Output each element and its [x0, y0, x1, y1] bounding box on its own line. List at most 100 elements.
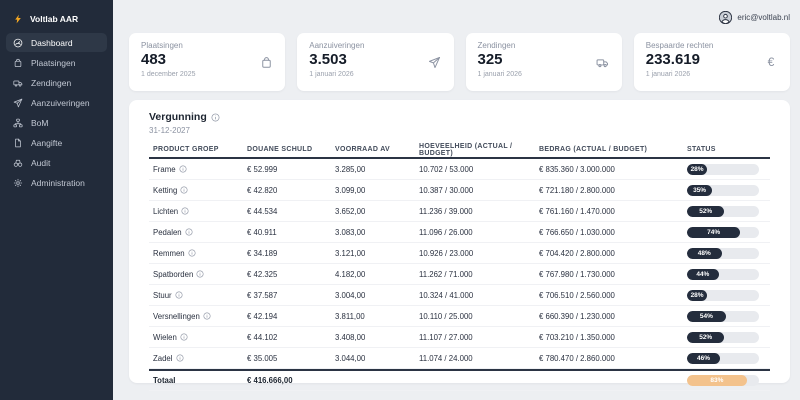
sidebar-item-label: Audit — [31, 158, 50, 168]
sidebar-item[interactable]: Zendingen — [6, 73, 107, 92]
douane-schuld-cell: € 44.534 — [247, 207, 335, 216]
sidebar-item[interactable]: Aangifte — [6, 133, 107, 152]
hoeveelheid-cell: 10.387 / 30.000 — [419, 186, 539, 195]
bedrag-cell: € 721.180 / 2.800.000 — [539, 186, 687, 195]
stat-card-label: Aanzuiveringen — [309, 41, 441, 50]
stat-card: Plaatsingen 483 1 december 2025 — [129, 33, 285, 91]
info-icon[interactable] — [211, 113, 220, 122]
file-icon — [13, 138, 23, 148]
info-icon[interactable] — [196, 270, 204, 278]
bedrag-cell: € 835.360 / 3.000.000 — [539, 165, 687, 174]
table-row: Remmen € 34.189 3.121,00 10.926 / 23.000… — [149, 243, 770, 264]
info-icon[interactable] — [180, 186, 188, 194]
sidebar-item-label: Administration — [31, 178, 85, 188]
sidebar-item[interactable]: Administration — [6, 173, 107, 192]
column-header: Douane schuld — [247, 146, 335, 153]
sidebar-nav: Dashboard Plaatsingen Zendingen Aanzuive… — [0, 33, 113, 192]
status-label: 74% — [707, 229, 720, 236]
table-row: Versnellingen € 42.194 3.811,00 10.110 /… — [149, 306, 770, 327]
status-fill: 52% — [687, 206, 724, 217]
panel-title-row: Vergunning — [149, 111, 770, 123]
info-icon[interactable] — [176, 354, 184, 362]
voorraad-av-cell: 3.121,00 — [335, 249, 419, 258]
stat-card-date: 1 december 2025 — [141, 71, 273, 78]
stat-cards: Plaatsingen 483 1 december 2025 Aanzuive… — [129, 33, 790, 91]
status-bar: 74% — [687, 227, 759, 238]
voorraad-av-cell: 3.004,00 — [335, 291, 419, 300]
sidebar-item-label: Dashboard — [31, 38, 73, 48]
hoeveelheid-cell: 10.702 / 53.000 — [419, 165, 539, 174]
stat-card: Zendingen 325 1 januari 2026 — [466, 33, 622, 91]
info-icon[interactable] — [181, 207, 189, 215]
sidebar-item[interactable]: Audit — [6, 153, 107, 172]
product-name: Pedalen — [153, 228, 182, 237]
status-fill: 44% — [687, 269, 719, 280]
stat-card: Aanzuiveringen 3.503 1 januari 2026 — [297, 33, 453, 91]
table-row: Zadel € 35.005 3.044,00 11.074 / 24.000 … — [149, 348, 770, 369]
info-icon[interactable] — [185, 228, 193, 236]
info-icon[interactable] — [203, 312, 211, 320]
bedrag-cell: € 761.160 / 1.470.000 — [539, 207, 687, 216]
send-icon — [13, 98, 23, 108]
column-header: Bedrag (actual / budget) — [539, 146, 687, 153]
product-name: Zadel — [153, 354, 173, 363]
product-name: Ketting — [153, 186, 177, 195]
stat-card-date: 1 januari 2026 — [309, 71, 441, 78]
status-fill: 35% — [687, 185, 712, 196]
status-bar: 46% — [687, 353, 759, 364]
sitemap-icon — [13, 118, 23, 128]
vergunning-panel: Vergunning 31-12-2027 Product groep Doua… — [129, 100, 790, 383]
info-icon[interactable] — [188, 249, 196, 257]
douane-schuld-cell: € 42.820 — [247, 186, 335, 195]
voorraad-av-cell: 3.652,00 — [335, 207, 419, 216]
sidebar-item[interactable]: Aanzuiveringen — [6, 93, 107, 112]
table-total-row: Totaal € 416.666,00 83% — [149, 369, 770, 391]
sidebar-item[interactable]: Plaatsingen — [6, 53, 107, 72]
status-bar: 52% — [687, 332, 759, 343]
gear-icon — [13, 178, 23, 188]
voorraad-av-cell: 3.811,00 — [335, 312, 419, 321]
total-douane-schuld: € 416.666,00 — [247, 376, 335, 385]
douane-schuld-cell: € 37.587 — [247, 291, 335, 300]
column-header: Hoeveelheid (actual / budget) — [419, 143, 539, 157]
sidebar-item[interactable]: Dashboard — [6, 33, 107, 52]
voorraad-av-cell: 3.083,00 — [335, 228, 419, 237]
stat-card-value: 3.503 — [309, 51, 441, 68]
status-fill: 28% — [687, 164, 707, 175]
bedrag-cell: € 706.510 / 2.560.000 — [539, 291, 687, 300]
status-fill: 52% — [687, 332, 724, 343]
stat-card-date: 1 januari 2026 — [478, 71, 610, 78]
sidebar-item[interactable]: BoM — [6, 113, 107, 132]
user-email[interactable]: eric@voltlab.nl — [737, 13, 790, 22]
stat-card-label: Bespaarde rechten — [646, 41, 778, 50]
voorraad-av-cell: 4.182,00 — [335, 270, 419, 279]
stat-card-label: Plaatsingen — [141, 41, 273, 50]
status-label: 35% — [693, 187, 706, 194]
total-status-bar: 83% — [687, 375, 759, 386]
status-label: 48% — [698, 250, 711, 257]
status-fill: 54% — [687, 311, 726, 322]
hoeveelheid-cell: 11.107 / 27.000 — [419, 333, 539, 342]
main-content: eric@voltlab.nl Plaatsingen 483 1 decemb… — [113, 0, 800, 400]
status-fill: 74% — [687, 227, 740, 238]
table-row: Stuur € 37.587 3.004,00 10.324 / 41.000 … — [149, 285, 770, 306]
hoeveelheid-cell: 11.262 / 71.000 — [419, 270, 539, 279]
send-icon — [428, 55, 442, 69]
douane-schuld-cell: € 44.102 — [247, 333, 335, 342]
info-icon[interactable] — [175, 291, 183, 299]
avatar-icon — [719, 11, 732, 24]
product-name: Frame — [153, 165, 176, 174]
info-icon[interactable] — [179, 165, 187, 173]
panel-subtitle: 31-12-2027 — [149, 126, 770, 135]
douane-schuld-cell: € 52.999 — [247, 165, 335, 174]
column-header: Product groep — [153, 146, 247, 153]
voorraad-av-cell: 3.099,00 — [335, 186, 419, 195]
truck-icon — [13, 78, 23, 88]
status-bar: 54% — [687, 311, 759, 322]
info-icon[interactable] — [180, 333, 188, 341]
euro-icon: € — [764, 55, 778, 69]
douane-schuld-cell: € 42.194 — [247, 312, 335, 321]
gauge-icon — [13, 38, 23, 48]
sidebar-item-label: Aanzuiveringen — [31, 98, 90, 108]
status-label: 52% — [699, 208, 712, 215]
